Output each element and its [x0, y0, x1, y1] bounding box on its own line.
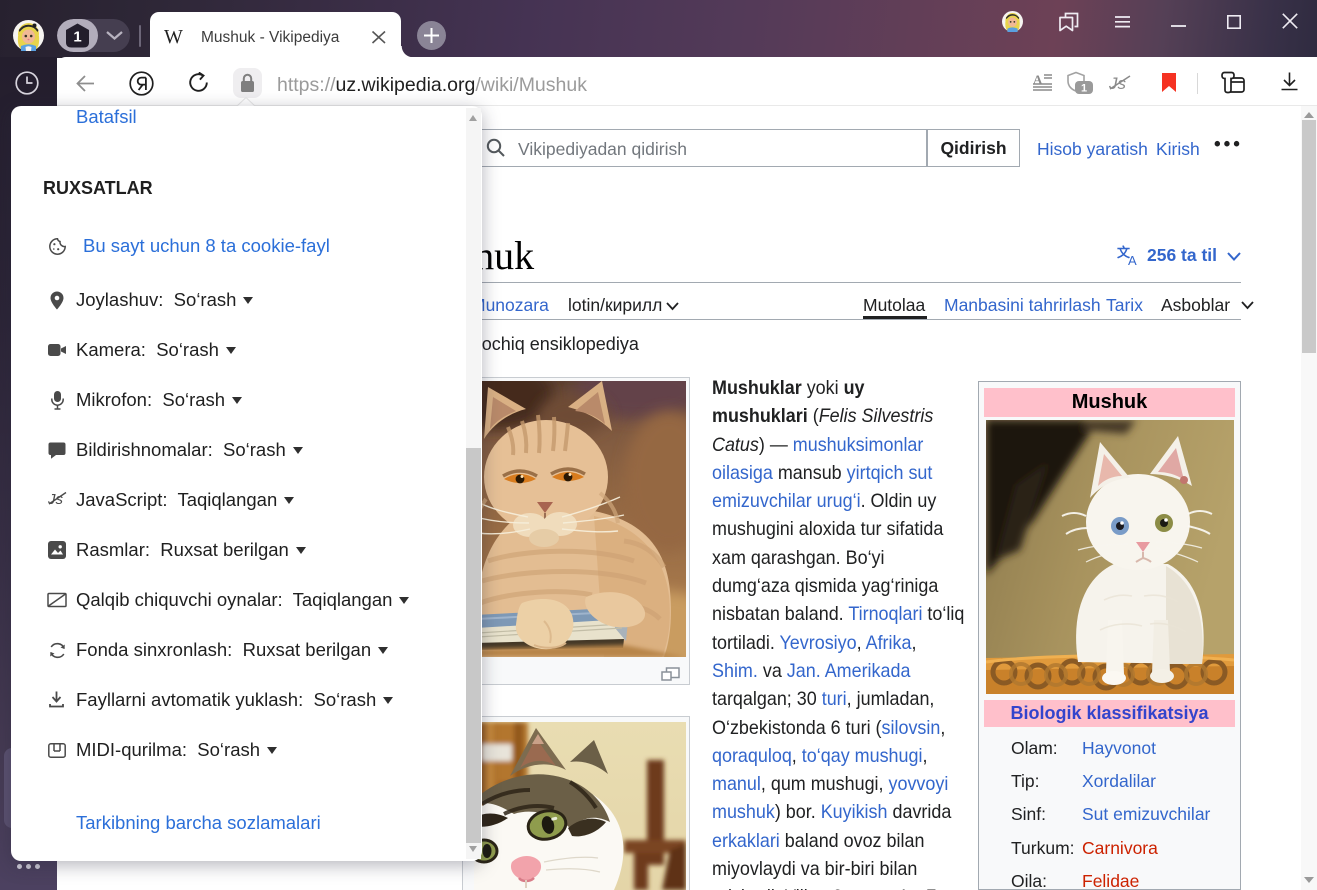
svg-text:A: A — [1128, 253, 1137, 266]
svg-text:Js: Js — [1109, 74, 1127, 92]
svg-text:1: 1 — [73, 29, 81, 46]
svg-text:A: A — [1033, 73, 1043, 87]
svg-text:1: 1 — [1081, 83, 1087, 95]
